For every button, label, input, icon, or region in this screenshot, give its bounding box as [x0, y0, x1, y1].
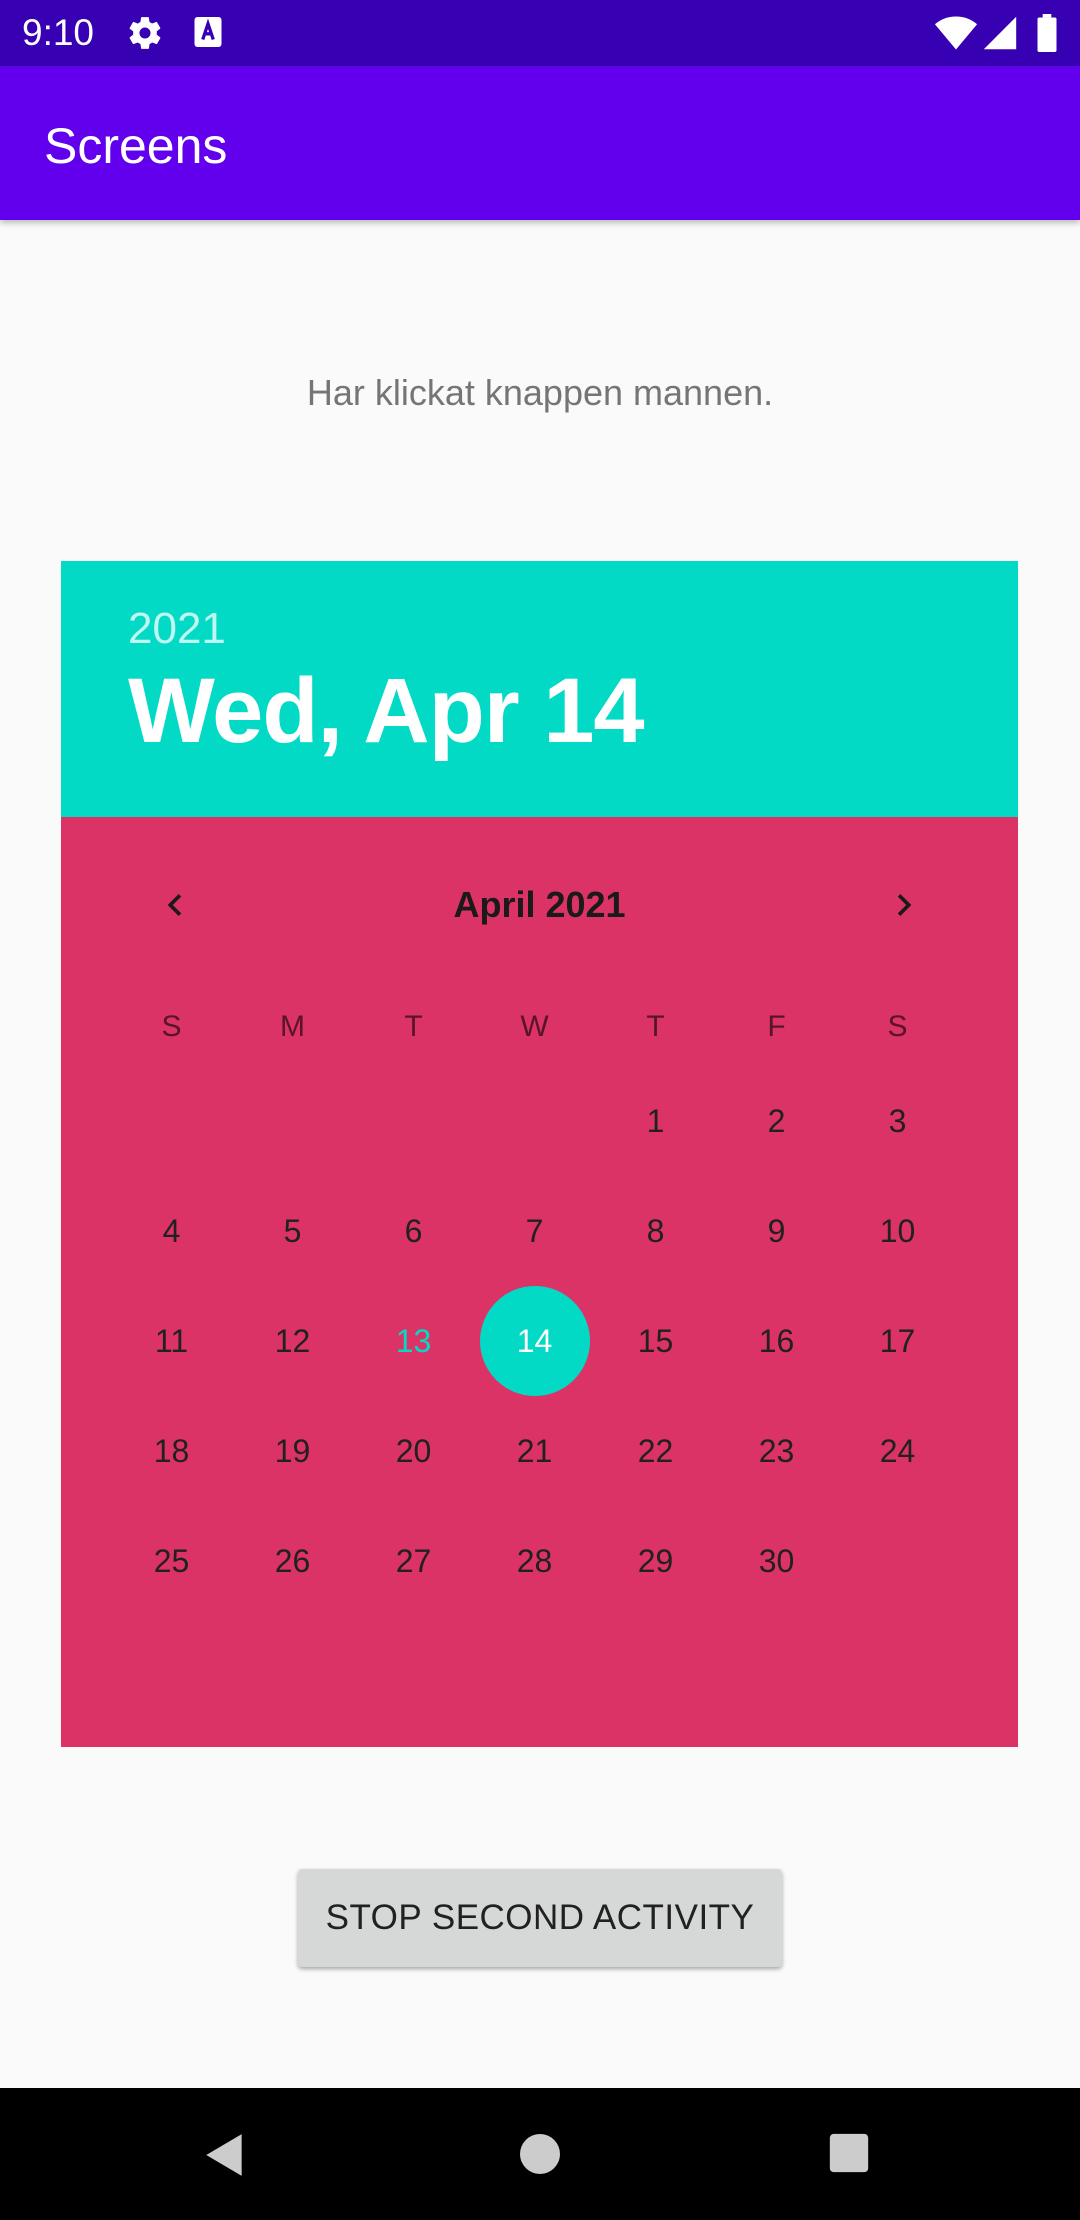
navigation-bar: [0, 2088, 1080, 2220]
day-number: 23: [758, 1432, 795, 1469]
chevron-right-icon: [897, 894, 912, 916]
day-number: 6: [404, 1212, 423, 1249]
day-number: 24: [879, 1432, 916, 1469]
day-cell-20[interactable]: 20: [353, 1396, 474, 1506]
day-cell-4[interactable]: 4: [111, 1176, 232, 1286]
app-bar: Screens: [0, 66, 1080, 220]
day-number: 8: [646, 1212, 665, 1249]
day-number: 27: [395, 1542, 432, 1579]
day-cell-7[interactable]: 7: [474, 1176, 595, 1286]
day-cell-3[interactable]: 3: [837, 1066, 958, 1176]
day-cell-21[interactable]: 21: [474, 1396, 595, 1506]
day-number: 18: [153, 1432, 190, 1469]
day-cell-8[interactable]: 8: [595, 1176, 716, 1286]
calendar-body: April 2021 SMTWTFS 1 2 3 4 5 6 7 8 9 10 11 12 13 14 15…: [61, 817, 1018, 1747]
day-number: 14: [516, 1322, 553, 1359]
day-cell-17[interactable]: 17: [837, 1286, 958, 1396]
wifi-icon: [934, 14, 978, 57]
day-number: 22: [637, 1432, 674, 1469]
weekday-label: S: [887, 1010, 908, 1043]
day-cell-24[interactable]: 24: [837, 1396, 958, 1506]
day-cell-19[interactable]: 19: [232, 1396, 353, 1506]
date-picker: 2021 Wed, Apr 14 April 2021 SMTWTFS 1234…: [61, 561, 1018, 1747]
empty-day-cell: [111, 1066, 232, 1176]
gear-icon: [126, 14, 164, 57]
status-time: 9:10: [22, 12, 95, 53]
day-cell-30[interactable]: 30: [716, 1506, 837, 1616]
day-cell-22[interactable]: 22: [595, 1396, 716, 1506]
day-cell-14[interactable]: 14: [474, 1286, 595, 1396]
day-number: 3: [888, 1102, 907, 1139]
day-number: 5: [283, 1212, 302, 1249]
day-number: 21: [516, 1432, 553, 1469]
day-cell-12[interactable]: 12: [232, 1286, 353, 1396]
weekday-label: S: [161, 1010, 182, 1043]
day-cell-6[interactable]: 6: [353, 1176, 474, 1286]
day-number: 1: [646, 1102, 665, 1139]
weekday-label: F: [767, 1010, 786, 1043]
empty-day-cell: [474, 1066, 595, 1176]
day-cell-1[interactable]: 1: [595, 1066, 716, 1176]
day-cell-25[interactable]: 25: [111, 1506, 232, 1616]
header-date[interactable]: Wed, Apr 14: [128, 656, 645, 766]
recents-icon[interactable]: [826, 2130, 872, 2181]
day-number: 30: [758, 1542, 795, 1579]
battery-icon: [1036, 14, 1058, 57]
day-cell-5[interactable]: 5: [232, 1176, 353, 1286]
signal-icon: [982, 14, 1018, 57]
day-grid: 1 2 3 4 5 6 7 8 9 10 11 12 13 14 15 16 17 18 19 20 21 22 23 24 2…: [111, 1066, 958, 1616]
empty-day-cell: [353, 1066, 474, 1176]
day-cell-28[interactable]: 28: [474, 1506, 595, 1616]
day-number: 12: [274, 1322, 311, 1359]
day-cell-10[interactable]: 10: [837, 1176, 958, 1286]
date-picker-header: 2021 Wed, Apr 14: [61, 561, 1018, 817]
day-cell-9[interactable]: 9: [716, 1176, 837, 1286]
day-number: 29: [637, 1542, 674, 1579]
day-number: 17: [879, 1322, 916, 1359]
day-number: 11: [154, 1322, 189, 1359]
day-number: 4: [162, 1212, 181, 1249]
day-number: 26: [274, 1542, 311, 1579]
day-number: 13: [395, 1322, 432, 1359]
day-number: 15: [637, 1322, 674, 1359]
day-cell-18[interactable]: 18: [111, 1396, 232, 1506]
weekday-header-row: SMTWTFS: [111, 997, 958, 1057]
weekday-label: T: [646, 1010, 665, 1043]
day-cell-27[interactable]: 27: [353, 1506, 474, 1616]
home-icon[interactable]: [516, 2130, 564, 2183]
weekday-label: W: [520, 1010, 549, 1043]
day-number: 10: [879, 1212, 916, 1249]
day-cell-11[interactable]: 11: [111, 1286, 232, 1396]
day-number: 20: [395, 1432, 432, 1469]
day-number: 25: [153, 1542, 190, 1579]
empty-day-cell: [232, 1066, 353, 1176]
weekday-label: M: [280, 1010, 305, 1043]
day-cell-26[interactable]: 26: [232, 1506, 353, 1616]
day-number: 9: [767, 1212, 786, 1249]
day-cell-23[interactable]: 23: [716, 1396, 837, 1506]
day-number: 7: [525, 1212, 544, 1249]
day-number: 16: [758, 1322, 795, 1359]
next-month-button[interactable]: [864, 865, 944, 945]
stop-second-activity-button[interactable]: STOP SECOND ACTIVITY: [298, 1869, 782, 1967]
day-cell-29[interactable]: 29: [595, 1506, 716, 1616]
header-year[interactable]: 2021: [128, 603, 226, 655]
app-title: Screens: [44, 118, 228, 174]
text-a-icon: [190, 14, 226, 55]
day-number: 28: [516, 1542, 553, 1579]
day-number: 19: [274, 1432, 311, 1469]
status-message: Har klickat knappen mannen.: [306, 372, 774, 413]
day-cell-15[interactable]: 15: [595, 1286, 716, 1396]
day-cell-2[interactable]: 2: [716, 1066, 837, 1176]
weekday-label: T: [404, 1010, 423, 1043]
day-cell-13[interactable]: 13: [353, 1286, 474, 1396]
day-cell-16[interactable]: 16: [716, 1286, 837, 1396]
status-bar: 9:10: [0, 0, 1080, 66]
day-number: 2: [767, 1102, 786, 1139]
back-icon[interactable]: [200, 2130, 250, 2185]
